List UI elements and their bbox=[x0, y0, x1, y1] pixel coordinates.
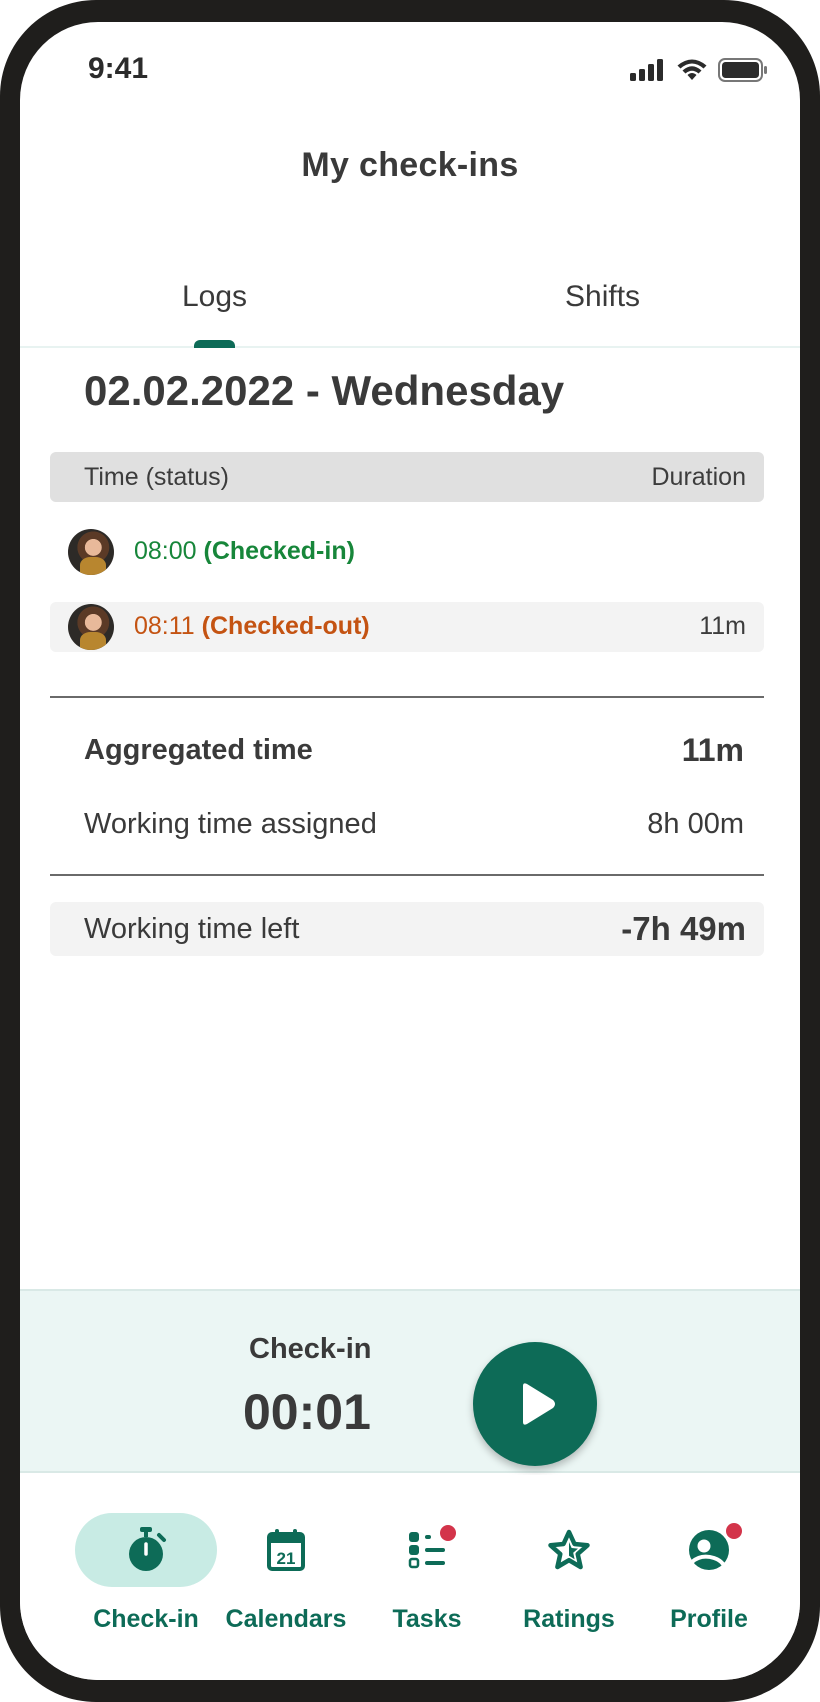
wifi-icon bbox=[677, 59, 707, 80]
nav-icon-container bbox=[75, 1513, 217, 1587]
stopwatch-icon bbox=[129, 1527, 166, 1571]
log-time: 08:11 bbox=[134, 612, 195, 640]
working-time-assigned-label: Working time assigned bbox=[84, 808, 377, 840]
avatar bbox=[68, 604, 114, 650]
checkin-panel: Check-in 00:01 bbox=[20, 1289, 800, 1473]
active-tab-indicator bbox=[194, 340, 235, 348]
column-header-duration: Duration bbox=[651, 463, 747, 491]
play-button[interactable] bbox=[473, 1342, 597, 1466]
bottom-nav: Check-in 21 Calendars Tasks Ratings Prof… bbox=[20, 1475, 800, 1680]
page-title: My check-ins bbox=[301, 146, 519, 184]
phone-frame: 9:41 My check-ins Logs Shifts 02.02.2022… bbox=[0, 0, 820, 1702]
log-row[interactable]: 08:00 (Checked-in) bbox=[50, 527, 764, 577]
log-status: (Checked-in) bbox=[203, 537, 355, 565]
tab-logs[interactable]: Logs bbox=[182, 280, 247, 314]
nav-icon-container bbox=[498, 1513, 640, 1587]
log-entry-text: 08:00 (Checked-in) bbox=[134, 537, 355, 566]
checkin-label: Check-in bbox=[249, 1333, 372, 1365]
nav-label: Tasks bbox=[392, 1605, 462, 1633]
working-time-assigned-value: 8h 00m bbox=[647, 808, 744, 840]
log-time: 08:00 bbox=[134, 537, 197, 565]
nav-item-calendars[interactable]: 21 Calendars bbox=[216, 1513, 356, 1653]
nav-label: Profile bbox=[670, 1605, 748, 1633]
calendar-icon: 21 bbox=[267, 1529, 305, 1571]
nav-item-checkin[interactable]: Check-in bbox=[75, 1513, 217, 1653]
status-time: 9:41 bbox=[88, 52, 149, 85]
status-icons bbox=[630, 58, 768, 82]
avatar bbox=[68, 529, 114, 575]
nav-label: Ratings bbox=[523, 1605, 615, 1633]
log-row[interactable]: 08:11 (Checked-out) 11m bbox=[50, 602, 764, 652]
log-entry-text: 08:11 (Checked-out) bbox=[134, 612, 370, 641]
column-header-time: Time (status) bbox=[84, 463, 229, 491]
log-duration: 11m bbox=[699, 612, 746, 640]
tab-bar: Logs Shifts bbox=[20, 252, 800, 348]
battery-icon bbox=[718, 58, 767, 82]
calendar-day-number: 21 bbox=[277, 1549, 296, 1568]
play-icon bbox=[523, 1383, 555, 1425]
nav-icon-container bbox=[638, 1513, 780, 1587]
tab-shifts[interactable]: Shifts bbox=[565, 280, 640, 314]
nav-label: Check-in bbox=[93, 1605, 199, 1633]
star-icon bbox=[548, 1529, 590, 1570]
working-time-left-value: -7h 49m bbox=[621, 910, 746, 947]
signal-icon bbox=[630, 59, 663, 81]
notification-badge bbox=[440, 1525, 456, 1541]
nav-label: Calendars bbox=[225, 1605, 347, 1633]
notification-badge bbox=[726, 1523, 742, 1539]
divider bbox=[50, 696, 764, 698]
nav-item-profile[interactable]: Profile bbox=[639, 1513, 779, 1653]
nav-item-ratings[interactable]: Ratings bbox=[499, 1513, 639, 1653]
aggregated-time-label: Aggregated time bbox=[84, 734, 313, 766]
nav-icon-container: 21 bbox=[215, 1513, 357, 1587]
nav-item-tasks[interactable]: Tasks bbox=[357, 1513, 497, 1653]
log-status: (Checked-out) bbox=[201, 612, 370, 640]
working-time-left-row: Working time left -7h 49m bbox=[50, 902, 764, 956]
table-header: Time (status) Duration bbox=[50, 452, 764, 502]
nav-icon-container bbox=[356, 1513, 498, 1587]
divider bbox=[50, 874, 764, 876]
profile-icon bbox=[689, 1530, 729, 1570]
date-heading: 02.02.2022 - Wednesday bbox=[84, 367, 565, 414]
app-screen: 9:41 My check-ins Logs Shifts 02.02.2022… bbox=[20, 22, 800, 1680]
aggregated-time-value: 11m bbox=[681, 732, 744, 768]
checkin-timer: 00:01 bbox=[243, 1384, 371, 1440]
working-time-left-label: Working time left bbox=[84, 913, 300, 945]
